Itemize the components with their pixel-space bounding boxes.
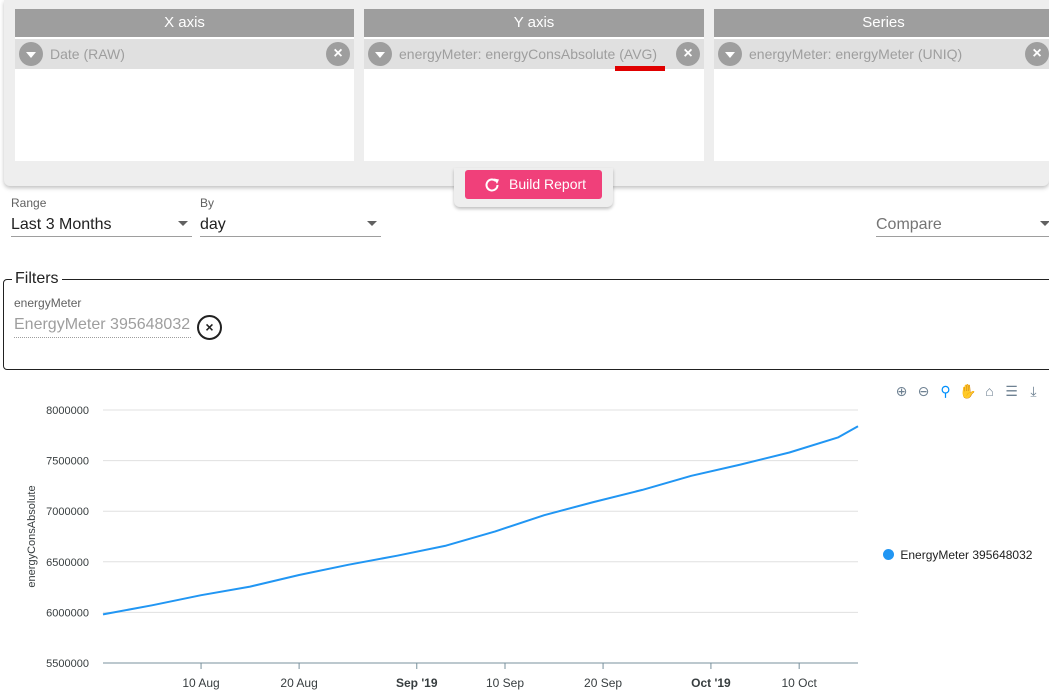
series-line — [102, 425, 859, 616]
x-axis-chip[interactable]: Date (RAW) × — [15, 39, 354, 69]
compare-select[interactable]: Compare — [876, 196, 1049, 240]
close-icon[interactable]: × — [676, 42, 700, 66]
y-tick-label: 7500000 — [46, 456, 89, 468]
y-axis-chip[interactable]: energyMeter: energyConsAbsolute (AVG) × — [364, 39, 704, 69]
pan-icon[interactable]: ✋ — [959, 383, 976, 400]
filter-field-label: energyMeter — [14, 296, 82, 310]
x-tick-label: 10 Sep — [486, 676, 524, 690]
chart-canvas: 8000000 7500000 7000000 6500000 6000000 55000… — [26, 405, 859, 690]
x-axis-header: X axis — [15, 9, 354, 37]
close-icon[interactable]: × — [1025, 42, 1049, 66]
chevron-down-icon — [178, 221, 188, 226]
y-tick-label: 6500000 — [46, 557, 89, 569]
y-axis-chip-label: energyMeter: energyConsAbsolute (AVG) — [399, 46, 658, 62]
refresh-icon — [485, 178, 499, 192]
y-tick-label: 7000000 — [46, 506, 89, 518]
by-select[interactable]: By day — [200, 196, 381, 240]
y-axis-label: energyConsAbsolute — [26, 485, 38, 587]
x-axis-dropzone[interactable]: X axis Date (RAW) × — [15, 9, 354, 161]
zoom-out-icon[interactable]: ⊖ — [915, 383, 932, 400]
line-chart: 8000000 7500000 7000000 6500000 6000000 55000… — [0, 378, 1049, 697]
series-chip-label: energyMeter: energyMeter (UNIQ) — [749, 46, 963, 62]
range-value: Last 3 Months — [11, 216, 112, 233]
filter-energy-meter-input[interactable]: EnergyMeter 395648032 — [14, 316, 191, 338]
legend-marker — [883, 549, 894, 560]
filters-legend: Filters — [12, 270, 62, 288]
home-icon[interactable]: ⌂ — [981, 383, 998, 400]
report-builder-panel: X axis Date (RAW) × Y axis energyMeter: … — [4, 0, 1049, 186]
chevron-down-icon[interactable] — [368, 42, 392, 66]
chart-legend[interactable]: EnergyMeter 395648032 — [883, 548, 1032, 562]
series-header: Series — [714, 9, 1049, 37]
by-underline — [200, 236, 381, 237]
build-report-label: Build Report — [509, 176, 587, 192]
y-tick-label: 5500000 — [46, 658, 89, 670]
compare-placeholder: Compare — [876, 216, 942, 233]
compare-underline — [876, 236, 1049, 237]
chevron-down-icon — [367, 221, 377, 226]
chart-toolbar: ⊕ ⊖ ⚲ ✋ ⌂ ☰ ⤓ — [893, 383, 1042, 401]
chevron-down-icon[interactable] — [718, 42, 742, 66]
by-value: day — [200, 216, 226, 233]
y-axis-header: Y axis — [364, 9, 704, 37]
download-icon[interactable]: ⤓ — [1025, 383, 1042, 400]
selection-zoom-icon[interactable]: ⚲ — [937, 383, 954, 400]
series-dropzone[interactable]: Series energyMeter: energyMeter (UNIQ) × — [714, 9, 1049, 161]
y-tick-label: 8000000 — [46, 405, 89, 417]
legend-series-label: EnergyMeter 395648032 — [900, 548, 1033, 562]
clear-filter-icon[interactable]: × — [197, 315, 222, 340]
menu-icon[interactable]: ☰ — [1003, 383, 1020, 400]
range-select[interactable]: Range Last 3 Months — [11, 196, 192, 240]
x-axis-chip-label: Date (RAW) — [50, 46, 125, 62]
x-tick-label: 20 Sep — [584, 676, 622, 690]
zoom-in-icon[interactable]: ⊕ — [893, 383, 910, 400]
x-tick-label: 10 Aug — [182, 676, 219, 690]
range-underline — [11, 236, 192, 237]
series-chip[interactable]: energyMeter: energyMeter (UNIQ) × — [714, 39, 1049, 69]
chevron-down-icon[interactable] — [19, 42, 43, 66]
filters-fieldset: Filters energyMeter EnergyMeter 39564803… — [3, 270, 1049, 370]
y-tick-label: 6000000 — [46, 607, 89, 619]
close-icon[interactable]: × — [326, 42, 350, 66]
x-tick-label: Sep '19 — [396, 676, 438, 690]
aggregation-underline-mark — [615, 66, 665, 71]
x-tick-label: Oct '19 — [691, 676, 731, 690]
by-label: By — [200, 196, 215, 210]
chevron-down-icon — [1040, 221, 1049, 226]
build-report-button[interactable]: Build Report — [465, 170, 602, 199]
range-label: Range — [11, 196, 47, 210]
x-tick-label: 20 Aug — [280, 676, 317, 690]
y-axis-dropzone[interactable]: Y axis energyMeter: energyConsAbsolute (… — [364, 9, 704, 161]
x-tick-label: 10 Oct — [781, 676, 817, 690]
